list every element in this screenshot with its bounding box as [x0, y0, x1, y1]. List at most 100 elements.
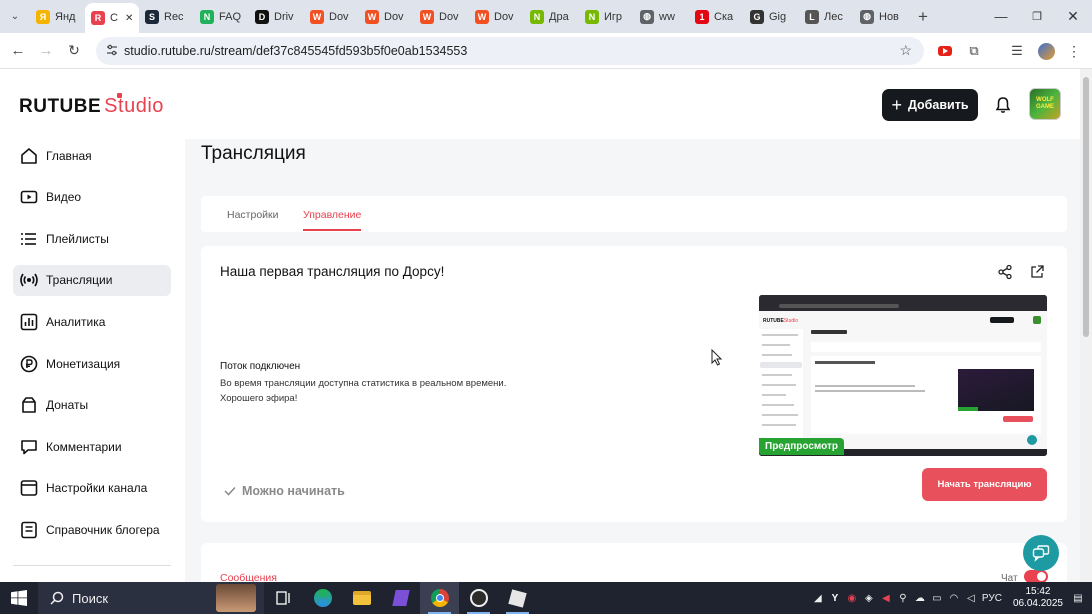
taskbar-search[interactable]: Поиск: [38, 582, 264, 614]
browser-tab[interactable]: W Dov: [414, 4, 469, 30]
sidebar-item-help[interactable]: Справочник блогера: [13, 514, 171, 545]
help-icon: [21, 521, 37, 539]
studio-page: RUTUBE Studio + Добавить WOLF GAME Главна…: [0, 69, 1080, 582]
close-tab-icon[interactable]: ✕: [125, 13, 133, 24]
scrollbar-thumb[interactable]: [1083, 77, 1089, 337]
channel-avatar[interactable]: WOLF GAME: [1029, 88, 1061, 120]
edge-app-icon[interactable]: [303, 582, 342, 614]
new-tab-button[interactable]: +: [909, 3, 937, 31]
sidebar-item-ruble[interactable]: Монетизация: [13, 348, 171, 379]
sidebar-item-home[interactable]: Главная: [13, 140, 171, 171]
forward-icon[interactable]: →: [32, 37, 60, 65]
sidebar-item-playlist[interactable]: Плейлисты: [13, 223, 171, 254]
browser-tab[interactable]: S Rec: [139, 4, 194, 30]
browser-tab[interactable]: ◍ Нов: [854, 4, 909, 30]
tab-favicon-icon: N: [585, 9, 599, 24]
external-link-icon[interactable]: [1029, 264, 1045, 280]
file-explorer-icon[interactable]: [342, 582, 381, 614]
mic-icon[interactable]: ⚲: [897, 592, 909, 604]
close-window-button[interactable]: ✕: [1055, 0, 1091, 33]
browser-tab[interactable]: Я Янд: [30, 4, 85, 30]
obs-app-icon[interactable]: [459, 582, 498, 614]
bell-icon[interactable]: [994, 96, 1012, 114]
windows-logo-icon: [11, 590, 27, 606]
browser-tab[interactable]: L Лес: [799, 4, 854, 30]
windows-start-button[interactable]: [0, 582, 38, 614]
yandex-icon[interactable]: Y: [829, 592, 841, 604]
browser-tab[interactable]: N Игр: [579, 4, 634, 30]
tab-search-button[interactable]: ⌄: [0, 3, 30, 31]
bookmark-star-icon[interactable]: ☆: [899, 42, 912, 59]
sidebar-item-label: Монетизация: [46, 356, 121, 371]
speaker-icon[interactable]: ◁: [965, 592, 977, 604]
network-icon[interactable]: ◢: [812, 592, 824, 604]
add-button-label: Добавить: [907, 98, 969, 112]
browser-tab[interactable]: W Dov: [469, 4, 524, 30]
sidebar-item-analytics[interactable]: Аналитика: [13, 306, 171, 337]
volume-alert-icon[interactable]: ◀: [880, 592, 892, 604]
page-scrollbar[interactable]: [1080, 69, 1092, 582]
browser-tab[interactable]: W Dov: [359, 4, 414, 30]
ruble-icon: [20, 355, 38, 372]
browser-tab-label: Gig: [769, 10, 787, 23]
sidebar-item-label: Настройки канала: [46, 481, 148, 496]
taskbar-clock[interactable]: 15:42 06.04.2025: [1013, 586, 1063, 610]
browser-tab[interactable]: N Дра: [524, 4, 579, 30]
browser-tab[interactable]: ◍ ww: [634, 4, 689, 30]
site-info-icon[interactable]: [106, 44, 118, 56]
reload-icon[interactable]: ↻: [60, 37, 88, 65]
active-tab-indicator: [303, 229, 361, 231]
browser-tab-label: Ска: [714, 10, 734, 23]
vpn-icon[interactable]: ◈: [863, 592, 875, 604]
sidebar-item-donate[interactable]: Донаты: [13, 390, 171, 421]
support-chat-button[interactable]: [1023, 535, 1059, 571]
browser-tab[interactable]: W Dov: [304, 4, 359, 30]
tray-app-icon[interactable]: ◉: [846, 592, 858, 604]
sidebar-item-label: Главная: [46, 148, 92, 163]
sidebar-item-label: Донаты: [46, 398, 89, 413]
cloud-icon[interactable]: ☁: [914, 592, 926, 604]
tab-favicon-icon: 1: [695, 9, 709, 24]
wifi-icon[interactable]: ◠: [948, 592, 960, 604]
browser-tab[interactable]: N FAQ: [194, 4, 249, 30]
restore-button[interactable]: ❐: [1019, 0, 1055, 33]
task-view-icon[interactable]: [264, 582, 303, 614]
reading-list-icon[interactable]: ☰: [1007, 41, 1027, 61]
share-icon[interactable]: [997, 264, 1013, 280]
url-text: studio.rutube.ru/stream/def37c845545fd59…: [124, 44, 468, 58]
add-button[interactable]: + Добавить: [882, 89, 978, 121]
url-input[interactable]: studio.rutube.ru/stream/def37c845545fd59…: [96, 37, 924, 65]
browser-tab-label: Driv: [274, 10, 294, 23]
browser-tab[interactable]: 1 Ска: [689, 4, 744, 30]
browser-tab[interactable]: D Driv: [249, 4, 304, 30]
sidebar-item-video[interactable]: Видео: [13, 182, 171, 213]
browser-tab[interactable]: G Gig: [744, 4, 799, 30]
language-indicator[interactable]: РУС: [982, 593, 1002, 604]
chat-toggle[interactable]: [1024, 570, 1048, 582]
rutube-studio-logo[interactable]: RUTUBE Studio: [19, 93, 164, 118]
sidebar: Главная Видео Плейлисты Трансляции Аналитика…: [0, 139, 185, 582]
youtube-extension-icon[interactable]: [935, 41, 955, 61]
roblox-studio-icon[interactable]: [498, 582, 537, 614]
back-icon[interactable]: ←: [4, 37, 32, 65]
stream-card: Наша первая трансляция по Дорсу! Поток п…: [201, 246, 1067, 522]
tab-management[interactable]: Управление: [303, 209, 361, 221]
sidebar-item-broadcast[interactable]: Трансляции: [13, 264, 171, 296]
tab-messages[interactable]: Сообщения: [220, 572, 277, 582]
profile-avatar-icon[interactable]: [1036, 41, 1056, 61]
sidebar-item-comment[interactable]: Комментарии: [13, 431, 171, 462]
browser-tab[interactable]: R С ✕: [85, 3, 139, 33]
extensions-puzzle-icon[interactable]: ⧉: [964, 41, 984, 61]
notifications-icon[interactable]: ▤: [1072, 592, 1084, 604]
minimize-button[interactable]: —: [983, 0, 1019, 33]
visual-studio-icon[interactable]: [381, 582, 420, 614]
chrome-app-icon[interactable]: [420, 582, 459, 614]
browser-tab-label: Нов: [879, 10, 899, 23]
browser-menu-icon[interactable]: ⋮: [1064, 41, 1084, 61]
start-stream-button[interactable]: Начать трансляцию: [922, 468, 1047, 501]
sidebar-item-settings[interactable]: Настройки канала: [13, 473, 171, 504]
display-icon[interactable]: ▭: [931, 592, 943, 604]
tab-settings[interactable]: Настройки: [227, 209, 279, 221]
stream-preview[interactable]: RUTUBEStudio: [759, 295, 1047, 456]
stream-status-heading: Поток подключен: [220, 361, 301, 372]
